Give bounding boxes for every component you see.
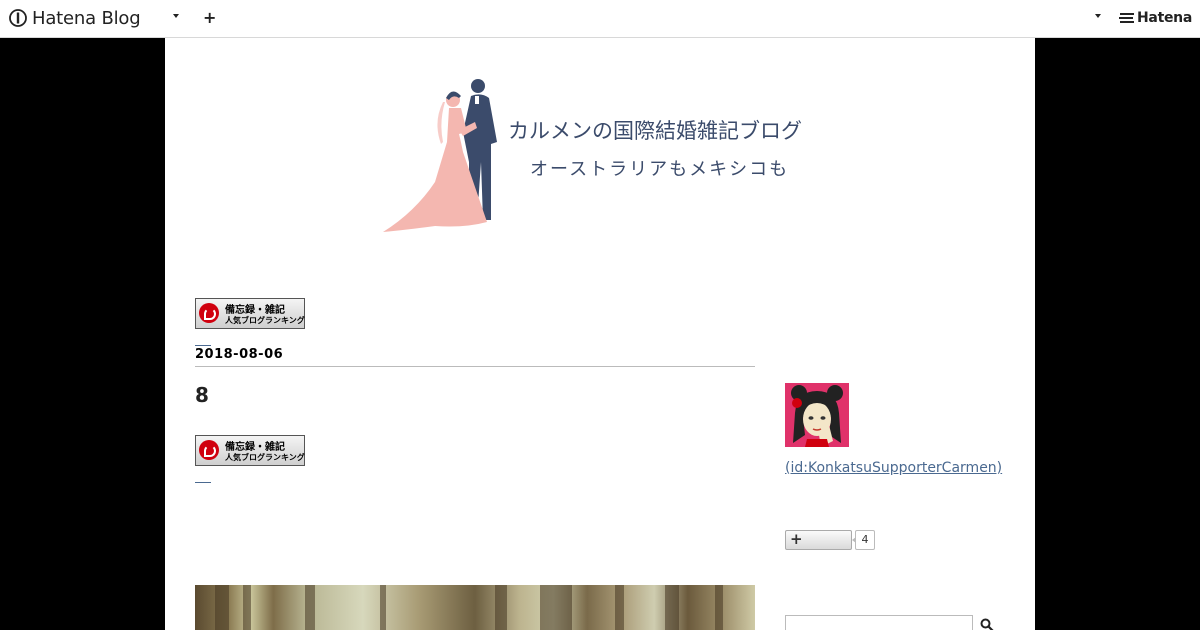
hatena-blog-logo-icon (9, 9, 27, 27)
wedding-couple-illustration (383, 79, 497, 232)
blog-header[interactable]: カルメンの国際結婚雑記ブログ オーストラリアもメキシコも (375, 72, 825, 242)
hatena-text: Hatena (1137, 10, 1192, 26)
entry-photo (195, 585, 755, 630)
plus-icon: + (790, 530, 803, 548)
ranking-banner-label: 備忘録・雑記 (225, 305, 285, 316)
date-divider (195, 366, 755, 367)
ranking-banner-sublabel: 人気ブログランキング (225, 453, 305, 462)
new-post-plus-button[interactable]: + (203, 9, 216, 27)
logo-text: Hatena Blog (32, 7, 141, 29)
entry-title[interactable]: 8 (195, 383, 209, 407)
ranking-banner-label: 備忘録・雑記 (225, 442, 285, 453)
blog-menu-chevron-icon[interactable] (173, 14, 179, 18)
empty-link-entry[interactable] (195, 482, 211, 483)
search-icon[interactable] (980, 618, 994, 630)
ranking-banner-top[interactable]: 備忘録・雑記 人気ブログランキング (195, 298, 305, 329)
search-input[interactable] (785, 615, 973, 630)
account-menu-chevron-icon[interactable] (1095, 14, 1101, 18)
blog-description: オーストラリアもメキシコも (530, 159, 790, 180)
ranking-logo-icon (199, 303, 219, 323)
blog-container: カルメンの国際結婚雑記ブログ オーストラリアもメキシコも 備忘録・雑記 人気ブロ… (165, 38, 1035, 630)
ranking-banner-entry[interactable]: 備忘録・雑記 人気ブログランキング (195, 435, 305, 466)
empty-link-top[interactable] (195, 345, 211, 346)
ranking-banner-sublabel: 人気ブログランキング (225, 316, 305, 325)
top-bar: Hatena Blog + Hatena (0, 0, 1200, 38)
hatena-logo-icon (1119, 13, 1134, 23)
ranking-logo-icon (199, 440, 219, 460)
subscriber-count: 4 (852, 530, 875, 550)
hatena-blog-logo[interactable]: Hatena Blog (9, 6, 141, 30)
entry-date[interactable]: 2018-08-06 (195, 347, 283, 362)
user-id-link[interactable]: (id:KonkatsuSupporterCarmen) (785, 458, 1015, 479)
subscribe-button[interactable]: + (785, 530, 852, 550)
hatena-logo[interactable]: Hatena (1118, 10, 1192, 26)
blog-title[interactable]: カルメンの国際結婚雑記ブログ (508, 115, 802, 145)
profile-avatar[interactable] (785, 383, 849, 447)
